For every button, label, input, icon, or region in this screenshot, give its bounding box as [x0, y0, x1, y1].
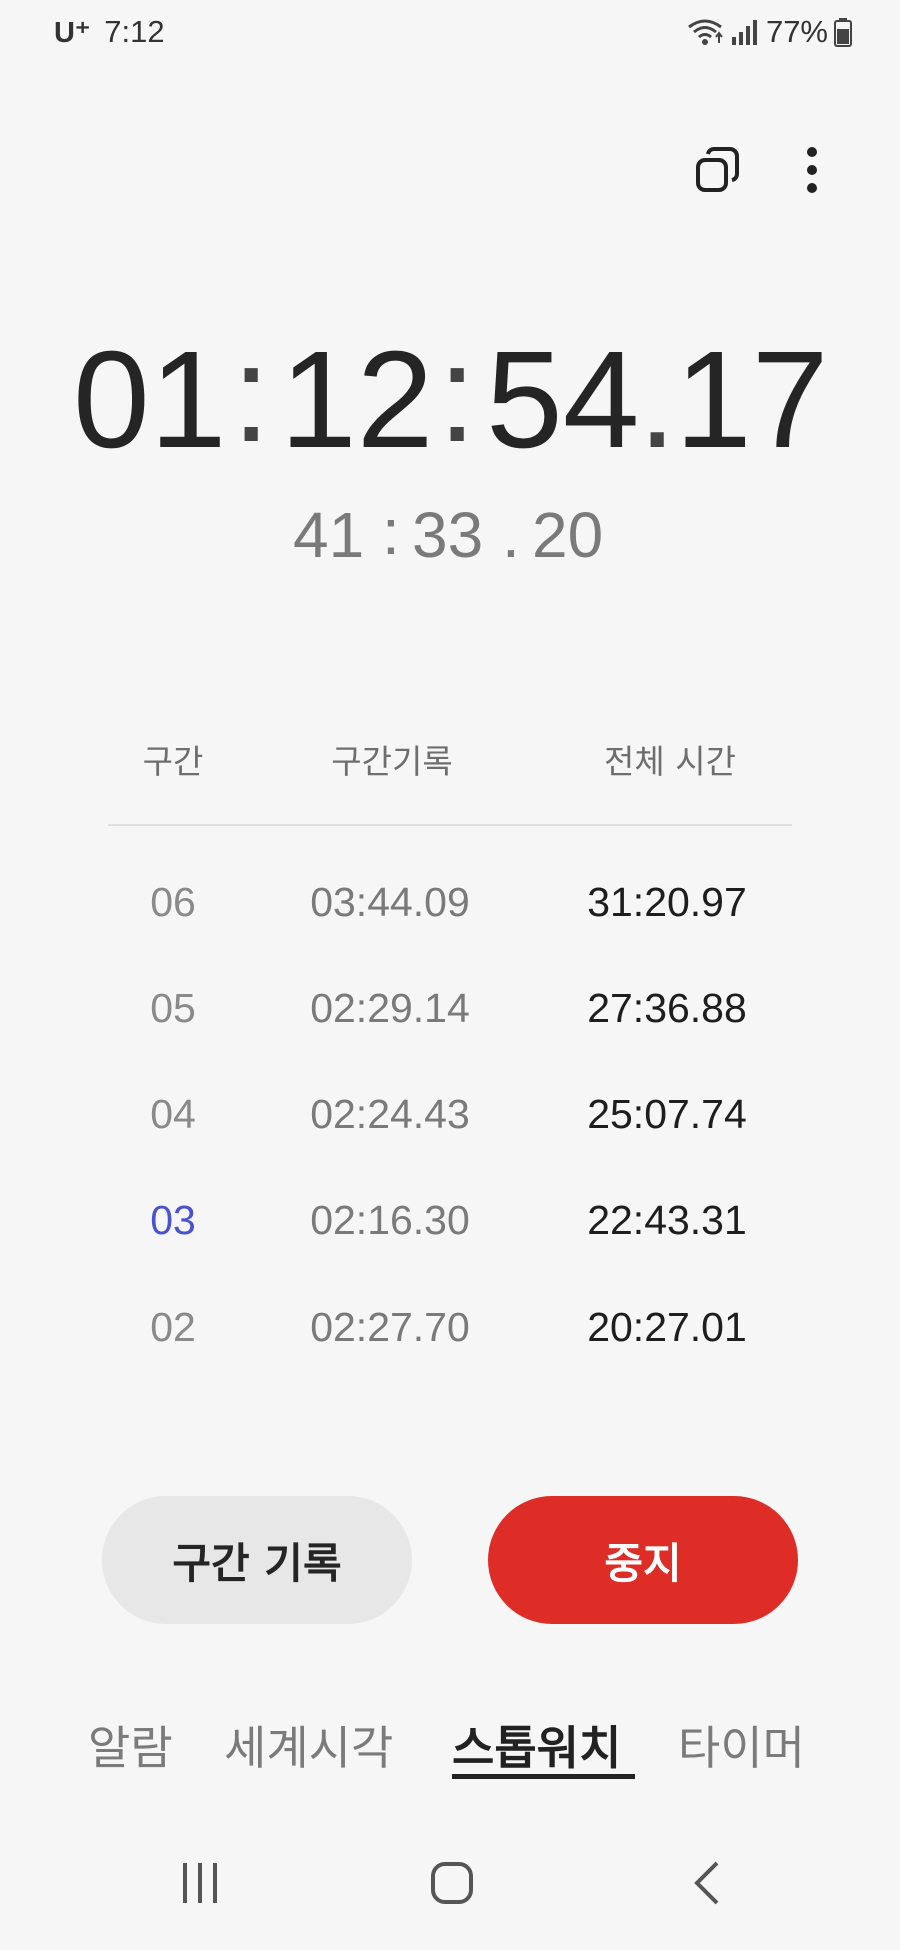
active-tab-indicator — [452, 1774, 635, 1779]
lap-table-divider — [108, 824, 792, 826]
elapsed-separator: . — [638, 323, 677, 477]
back-icon — [691, 1860, 721, 1910]
lap-split: 02:29.14 — [310, 985, 470, 1031]
lap-row: 06 03:44.09 31:20.97 — [0, 872, 900, 932]
lap-split: 02:24.43 — [310, 1091, 470, 1137]
lap-total: 25:07.74 — [587, 1091, 747, 1137]
elapsed-time: 01 : 12 : 54 . 17 — [0, 323, 900, 477]
status-time: 7:12 — [104, 14, 165, 49]
copy-icon — [694, 146, 740, 198]
lap-row: 04 02:24.43 25:07.74 — [0, 1084, 900, 1144]
lap-total: 27:36.88 — [587, 985, 747, 1031]
recent-apps-icon — [179, 1861, 221, 1909]
lap-row: 02 02:27.70 20:27.01 — [0, 1297, 900, 1357]
header-split: 구간기록 — [331, 742, 453, 781]
elapsed-separator: : — [438, 317, 477, 471]
lap-total: 31:20.97 — [587, 879, 747, 925]
lap-seconds: 33 — [412, 499, 484, 571]
clock-app-screen: U⁺ 7:12 77% 01: 12: 54 . 17 41: 33 . … — [0, 0, 900, 1950]
lap-minutes: 41 — [293, 499, 365, 571]
lap-number: 05 — [150, 985, 196, 1031]
tab-timer[interactable]: 타이머 — [678, 1712, 805, 1778]
battery-percent: 77% — [765, 14, 828, 49]
recent-apps-button[interactable] — [160, 1850, 240, 1920]
lap-number: 04 — [150, 1091, 196, 1137]
lap-separator: : — [382, 496, 400, 568]
stop-button[interactable]: 중지 — [488, 1496, 798, 1624]
header-lap: 구간 — [142, 742, 204, 781]
lap-number: 02 — [150, 1304, 196, 1350]
tab-alarm[interactable]: 알람 — [88, 1712, 173, 1778]
status-left: U⁺ 7:12 — [54, 14, 165, 50]
lap-split: 02:16.30 — [310, 1197, 470, 1243]
carrier-label: U⁺ — [54, 16, 91, 49]
tab-stopwatch[interactable]: 스톱워치 — [452, 1712, 621, 1778]
copy-button[interactable] — [685, 140, 749, 204]
home-button[interactable] — [412, 1850, 492, 1920]
tab-world-clock[interactable]: 세계시각 — [224, 1712, 393, 1778]
lap-split: 03:44.09 — [310, 879, 470, 925]
home-icon — [430, 1861, 474, 1909]
elapsed-seconds: 54 — [486, 323, 640, 477]
system-navigation-bar — [0, 1850, 900, 1920]
back-button[interactable] — [666, 1850, 746, 1920]
elapsed-separator: : — [232, 317, 271, 471]
lap-number: 03 — [150, 1197, 196, 1243]
bottom-tab-bar: 알람 세계시각 스톱워치 타이머 — [0, 1712, 900, 1792]
lap-hundredths: 20 — [532, 499, 604, 571]
status-bar: U⁺ 7:12 77% — [0, 0, 900, 66]
elapsed-hours: 01 — [73, 323, 227, 477]
lap-row-fastest: 03 02:16.30 22:43.31 — [0, 1190, 900, 1250]
header-total: 전체 시간 — [604, 742, 736, 781]
lap-total: 20:27.01 — [587, 1304, 747, 1350]
lap-row: 05 02:29.14 27:36.88 — [0, 978, 900, 1038]
lap-separator: . — [502, 499, 520, 571]
elapsed-hundredths: 17 — [675, 323, 829, 477]
status-right: 77% — [686, 14, 852, 50]
lap-split: 02:27.70 — [310, 1304, 470, 1350]
elapsed-minutes: 12 — [280, 323, 434, 477]
current-lap-time: 41 : 33 . 20 — [0, 496, 900, 571]
more-vertical-icon — [806, 146, 818, 198]
battery-icon — [834, 17, 852, 47]
lap-table-header: 구간 구간기록 전체 시간 — [0, 735, 900, 785]
lap-total: 22:43.31 — [587, 1197, 747, 1243]
cellular-signal-icon — [730, 17, 760, 47]
lap-button[interactable]: 구간 기록 — [102, 1496, 412, 1624]
lap-number: 06 — [150, 879, 196, 925]
more-options-button[interactable] — [780, 140, 844, 204]
wifi-icon — [686, 17, 724, 47]
